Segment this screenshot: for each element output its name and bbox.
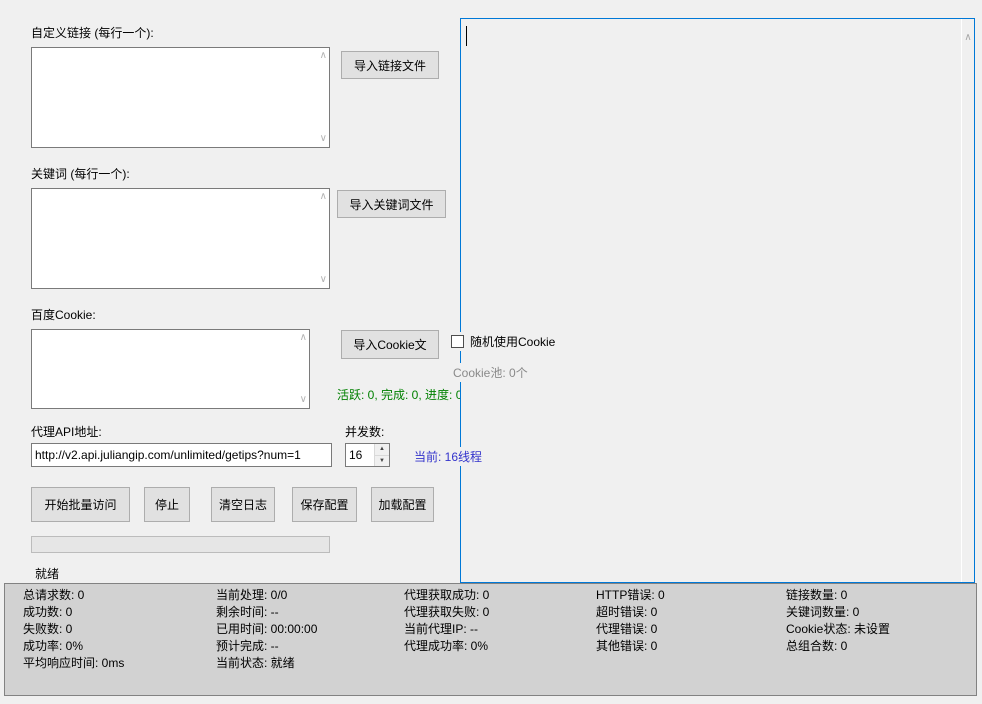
cookie-textarea-frame: ∧ ∨ bbox=[31, 329, 310, 409]
log-scrollbar[interactable]: ∧ bbox=[961, 19, 974, 582]
start-batch-button[interactable]: 开始批量访问 bbox=[31, 487, 130, 522]
random-cookie-checkbox-row[interactable]: 随机使用Cookie bbox=[448, 332, 558, 351]
stats-column-requests: 总请求数: 0 成功数: 0 失败数: 0 成功率: 0% 平均响应时间: 0m… bbox=[23, 587, 124, 672]
stat-keyword-count: 关键词数量: 0 bbox=[786, 604, 890, 621]
stats-column-errors: HTTP错误: 0 超时错误: 0 代理错误: 0 其他错误: 0 bbox=[596, 587, 665, 655]
live-progress-status: 活跃: 0, 完成: 0, 进度: 0% bbox=[337, 386, 473, 403]
spin-down-icon[interactable]: ▼ bbox=[375, 456, 389, 467]
stat-eta: 预计完成: -- bbox=[216, 638, 317, 655]
custom-links-textarea-frame: ∧ ∨ bbox=[31, 47, 330, 148]
stat-timeout-errors: 超时错误: 0 bbox=[596, 604, 665, 621]
clear-log-button[interactable]: 清空日志 bbox=[211, 487, 275, 522]
save-config-button[interactable]: 保存配置 bbox=[292, 487, 357, 522]
stat-total-requests: 总请求数: 0 bbox=[23, 587, 124, 604]
stat-success-count: 成功数: 0 bbox=[23, 604, 124, 621]
keywords-textarea[interactable] bbox=[32, 189, 329, 288]
custom-links-textarea[interactable] bbox=[32, 48, 329, 147]
ready-status-text: 就绪 bbox=[35, 565, 59, 582]
scroll-up-icon[interactable]: ∧ bbox=[964, 33, 971, 582]
stat-total-combinations: 总组合数: 0 bbox=[786, 638, 890, 655]
stat-fail-count: 失败数: 0 bbox=[23, 621, 124, 638]
stat-other-errors: 其他错误: 0 bbox=[596, 638, 665, 655]
stat-proxy-errors: 代理错误: 0 bbox=[596, 621, 665, 638]
concurrency-spinner[interactable]: ▲ ▼ bbox=[345, 443, 390, 467]
stat-proxy-fail: 代理获取失败: 0 bbox=[404, 604, 489, 621]
keywords-label: 关键词 (每行一个): bbox=[31, 165, 130, 182]
stat-link-count: 链接数量: 0 bbox=[786, 587, 890, 604]
stats-column-counts: 链接数量: 0 关键词数量: 0 Cookie状态: 未设置 总组合数: 0 bbox=[786, 587, 890, 655]
current-threads-info: 当前: 16线程 bbox=[411, 447, 485, 466]
statistics-panel: 总请求数: 0 成功数: 0 失败数: 0 成功率: 0% 平均响应时间: 0m… bbox=[4, 583, 977, 696]
stop-button[interactable]: 停止 bbox=[144, 487, 190, 522]
custom-links-label: 自定义链接 (每行一个): bbox=[31, 24, 154, 41]
proxy-api-input[interactable] bbox=[31, 443, 332, 467]
cookie-pool-status: Cookie池: 0个 bbox=[450, 363, 531, 382]
spin-up-icon[interactable]: ▲ bbox=[375, 444, 389, 456]
stat-remaining-time: 剩余时间: -- bbox=[216, 604, 317, 621]
text-caret bbox=[466, 26, 467, 46]
stat-current-processing: 当前处理: 0/0 bbox=[216, 587, 317, 604]
log-output-area[interactable]: ∧ bbox=[460, 18, 975, 583]
random-cookie-checkbox-label: 随机使用Cookie bbox=[470, 333, 555, 350]
baidu-cookie-label: 百度Cookie: bbox=[31, 306, 96, 323]
stat-proxy-success: 代理获取成功: 0 bbox=[404, 587, 489, 604]
stats-column-progress: 当前处理: 0/0 剩余时间: -- 已用时间: 00:00:00 预计完成: … bbox=[216, 587, 317, 672]
load-config-button[interactable]: 加载配置 bbox=[371, 487, 434, 522]
keywords-textarea-frame: ∧ ∨ bbox=[31, 188, 330, 289]
import-links-button[interactable]: 导入链接文件 bbox=[341, 51, 439, 79]
stat-cookie-state: Cookie状态: 未设置 bbox=[786, 621, 890, 638]
stat-success-rate: 成功率: 0% bbox=[23, 638, 124, 655]
stat-current-proxy-ip: 当前代理IP: -- bbox=[404, 621, 489, 638]
stat-elapsed-time: 已用时间: 00:00:00 bbox=[216, 621, 317, 638]
checkbox-unchecked-icon[interactable] bbox=[451, 335, 464, 348]
batch-access-tool-window: { "colors": { "accent_border": "#0078d7"… bbox=[0, 0, 982, 704]
stat-avg-response-time: 平均响应时间: 0ms bbox=[23, 655, 124, 672]
stat-http-errors: HTTP错误: 0 bbox=[596, 587, 665, 604]
stat-proxy-success-rate: 代理成功率: 0% bbox=[404, 638, 489, 655]
concurrency-label: 并发数: bbox=[345, 423, 384, 440]
stats-column-proxy: 代理获取成功: 0 代理获取失败: 0 当前代理IP: -- 代理成功率: 0% bbox=[404, 587, 489, 655]
proxy-api-label: 代理API地址: bbox=[31, 423, 102, 440]
import-cookie-button[interactable]: 导入Cookie文 bbox=[341, 330, 439, 359]
stat-current-state: 当前状态: 就绪 bbox=[216, 655, 317, 672]
progress-bar bbox=[31, 536, 330, 553]
import-keywords-button[interactable]: 导入关键词文件 bbox=[337, 190, 446, 218]
cookie-textarea[interactable] bbox=[32, 330, 309, 408]
concurrency-input[interactable] bbox=[346, 444, 374, 466]
